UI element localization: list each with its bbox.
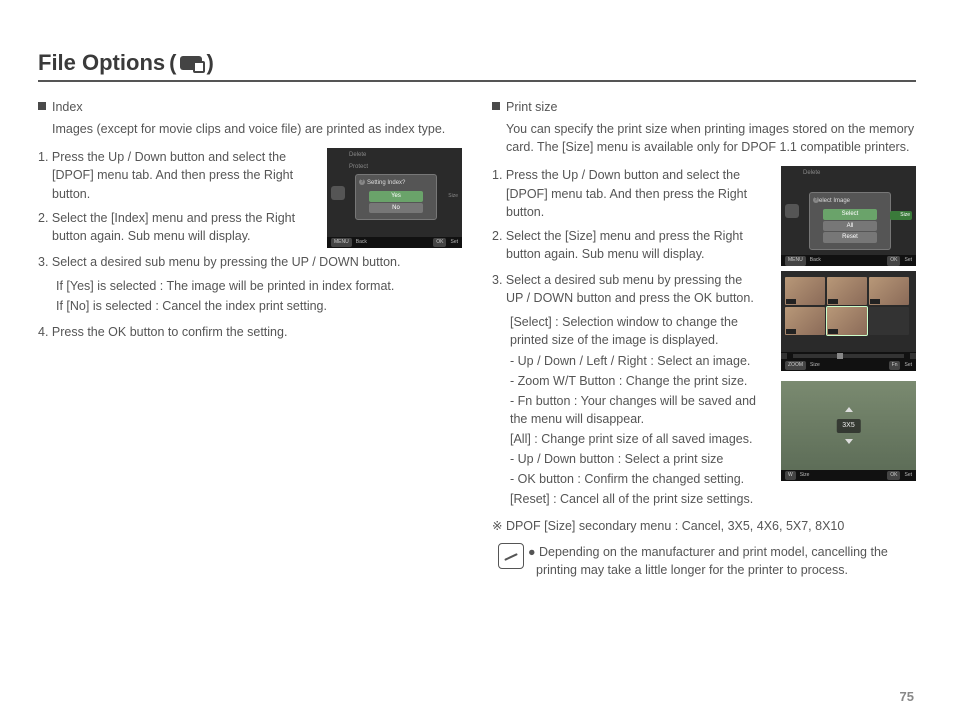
page-number: 75: [900, 689, 914, 704]
left-step-2: 2. Select the [Index] menu and press the…: [38, 209, 303, 245]
file-options-icon: [180, 56, 202, 70]
set-label: Set: [450, 239, 458, 246]
print-size-intro: You can specify the print size when prin…: [492, 120, 916, 156]
right-b3: - Fn button : Your changes will be saved…: [492, 392, 757, 428]
left-column: Index Images (except for movie clips and…: [38, 98, 462, 579]
arrow-down-icon[interactable]: [845, 439, 853, 444]
right-b5: - OK button : Confirm the changed settin…: [492, 470, 757, 488]
camera-screenshot-size-select: 3X5 W Size OK Set: [781, 381, 916, 481]
right-all-text: [All] : Change print size of all saved i…: [492, 430, 757, 448]
left-step-3: 3. Select a desired sub menu by pressing…: [38, 253, 462, 271]
size-label: Size: [800, 472, 810, 479]
size-overlay-value: 3X5: [836, 419, 860, 433]
index-intro: Images (except for movie clips and voice…: [38, 120, 462, 138]
thumbnail-selected[interactable]: [827, 307, 867, 335]
set-label: Set: [904, 257, 912, 264]
page-title-row: File Options ( ): [38, 50, 916, 82]
bottom-bar: MENU Back OK Set: [327, 237, 462, 248]
secondary-menu-text: ※ DPOF [Size] secondary menu : Cancel, 3…: [492, 517, 916, 535]
page-title: File Options: [38, 50, 165, 76]
side-tab-icon: [785, 204, 799, 218]
size-label: Size: [810, 362, 820, 369]
title-parens: ( ): [169, 50, 214, 76]
fn-button-icon[interactable]: Fn: [889, 361, 901, 370]
back-label: Back: [810, 257, 821, 264]
menu-button-icon[interactable]: MENU: [785, 256, 806, 265]
popup-option-no[interactable]: No: [369, 203, 423, 214]
popup-option-select[interactable]: Select: [823, 209, 877, 220]
zoom-button-icon[interactable]: ZOOM: [785, 361, 806, 370]
side-tab-icon: [331, 186, 345, 200]
right-size-label-active: Size: [890, 211, 912, 220]
popup-title: Select Image: [813, 197, 887, 206]
right-reset-text: [Reset] : Cancel all of the print size s…: [492, 490, 757, 508]
back-label: Back: [356, 239, 367, 246]
camera-screenshot-select-image: Delete Select Image Select All Reset Siz…: [781, 166, 916, 266]
bottom-bar: MENU Back OK Set: [781, 255, 916, 266]
set-label: Set: [904, 362, 912, 369]
right-size-label: Size: [436, 193, 458, 200]
right-step-3: 3. Select a desired sub menu by pressing…: [492, 271, 757, 307]
popup-title: Setting Index?: [359, 179, 433, 188]
setting-index-popup: Setting Index? Yes No: [355, 174, 437, 220]
left-step-4: 4. Press the OK button to confirm the se…: [38, 323, 462, 341]
left-step-3a: If [Yes] is selected : The image will be…: [38, 277, 462, 295]
thumbnail[interactable]: [827, 277, 867, 305]
ok-button-icon[interactable]: OK: [887, 256, 900, 265]
right-column: Print size You can specify the print siz…: [492, 98, 916, 579]
right-step-1: 1. Press the Up / Down button and select…: [492, 166, 757, 220]
print-size-heading: Print size: [506, 98, 557, 116]
index-heading: Index: [52, 98, 83, 116]
left-step-1: 1. Press the Up / Down button and select…: [38, 148, 303, 202]
menu-button-icon[interactable]: MENU: [331, 238, 352, 247]
right-b2: - Zoom W/T Button : Change the print siz…: [492, 372, 757, 390]
select-image-popup: Select Image Select All Reset: [809, 192, 891, 250]
bottom-bar: W Size OK Set: [781, 470, 916, 481]
arrow-up-icon[interactable]: [845, 407, 853, 412]
thumbnail-empty[interactable]: [869, 307, 909, 335]
square-bullet-icon: [492, 102, 500, 110]
thumbnail-scrollbar[interactable]: [781, 352, 916, 360]
ok-button-icon[interactable]: OK: [887, 471, 900, 480]
note-icon: [498, 543, 524, 569]
w-button-icon[interactable]: W: [785, 471, 796, 480]
right-b4: - Up / Down button : Select a print size: [492, 450, 757, 468]
popup-option-yes[interactable]: Yes: [369, 191, 423, 202]
popup-option-all[interactable]: All: [823, 221, 877, 232]
note-text: ● Depending on the manufacturer and prin…: [532, 543, 916, 579]
thumbnail[interactable]: [785, 277, 825, 305]
popup-option-reset[interactable]: Reset: [823, 232, 877, 243]
right-select-text: [Select] : Selection window to change th…: [492, 313, 757, 349]
square-bullet-icon: [38, 102, 46, 110]
left-step-3b: If [No] is selected : Cancel the index p…: [38, 297, 462, 315]
right-b1: - Up / Down / Left / Right : Select an i…: [492, 352, 757, 370]
set-label: Set: [904, 472, 912, 479]
camera-screenshot-index: Delete Protect Setting Index? Yes No Siz…: [327, 148, 462, 248]
ok-button-icon[interactable]: OK: [433, 238, 446, 247]
thumbnail[interactable]: [785, 307, 825, 335]
bottom-bar: ZOOM Size Fn Set: [781, 360, 916, 371]
thumbnail[interactable]: [869, 277, 909, 305]
right-step-2: 2. Select the [Size] menu and press the …: [492, 227, 757, 263]
camera-screenshot-thumbnails: ZOOM Size Fn Set: [781, 271, 916, 371]
